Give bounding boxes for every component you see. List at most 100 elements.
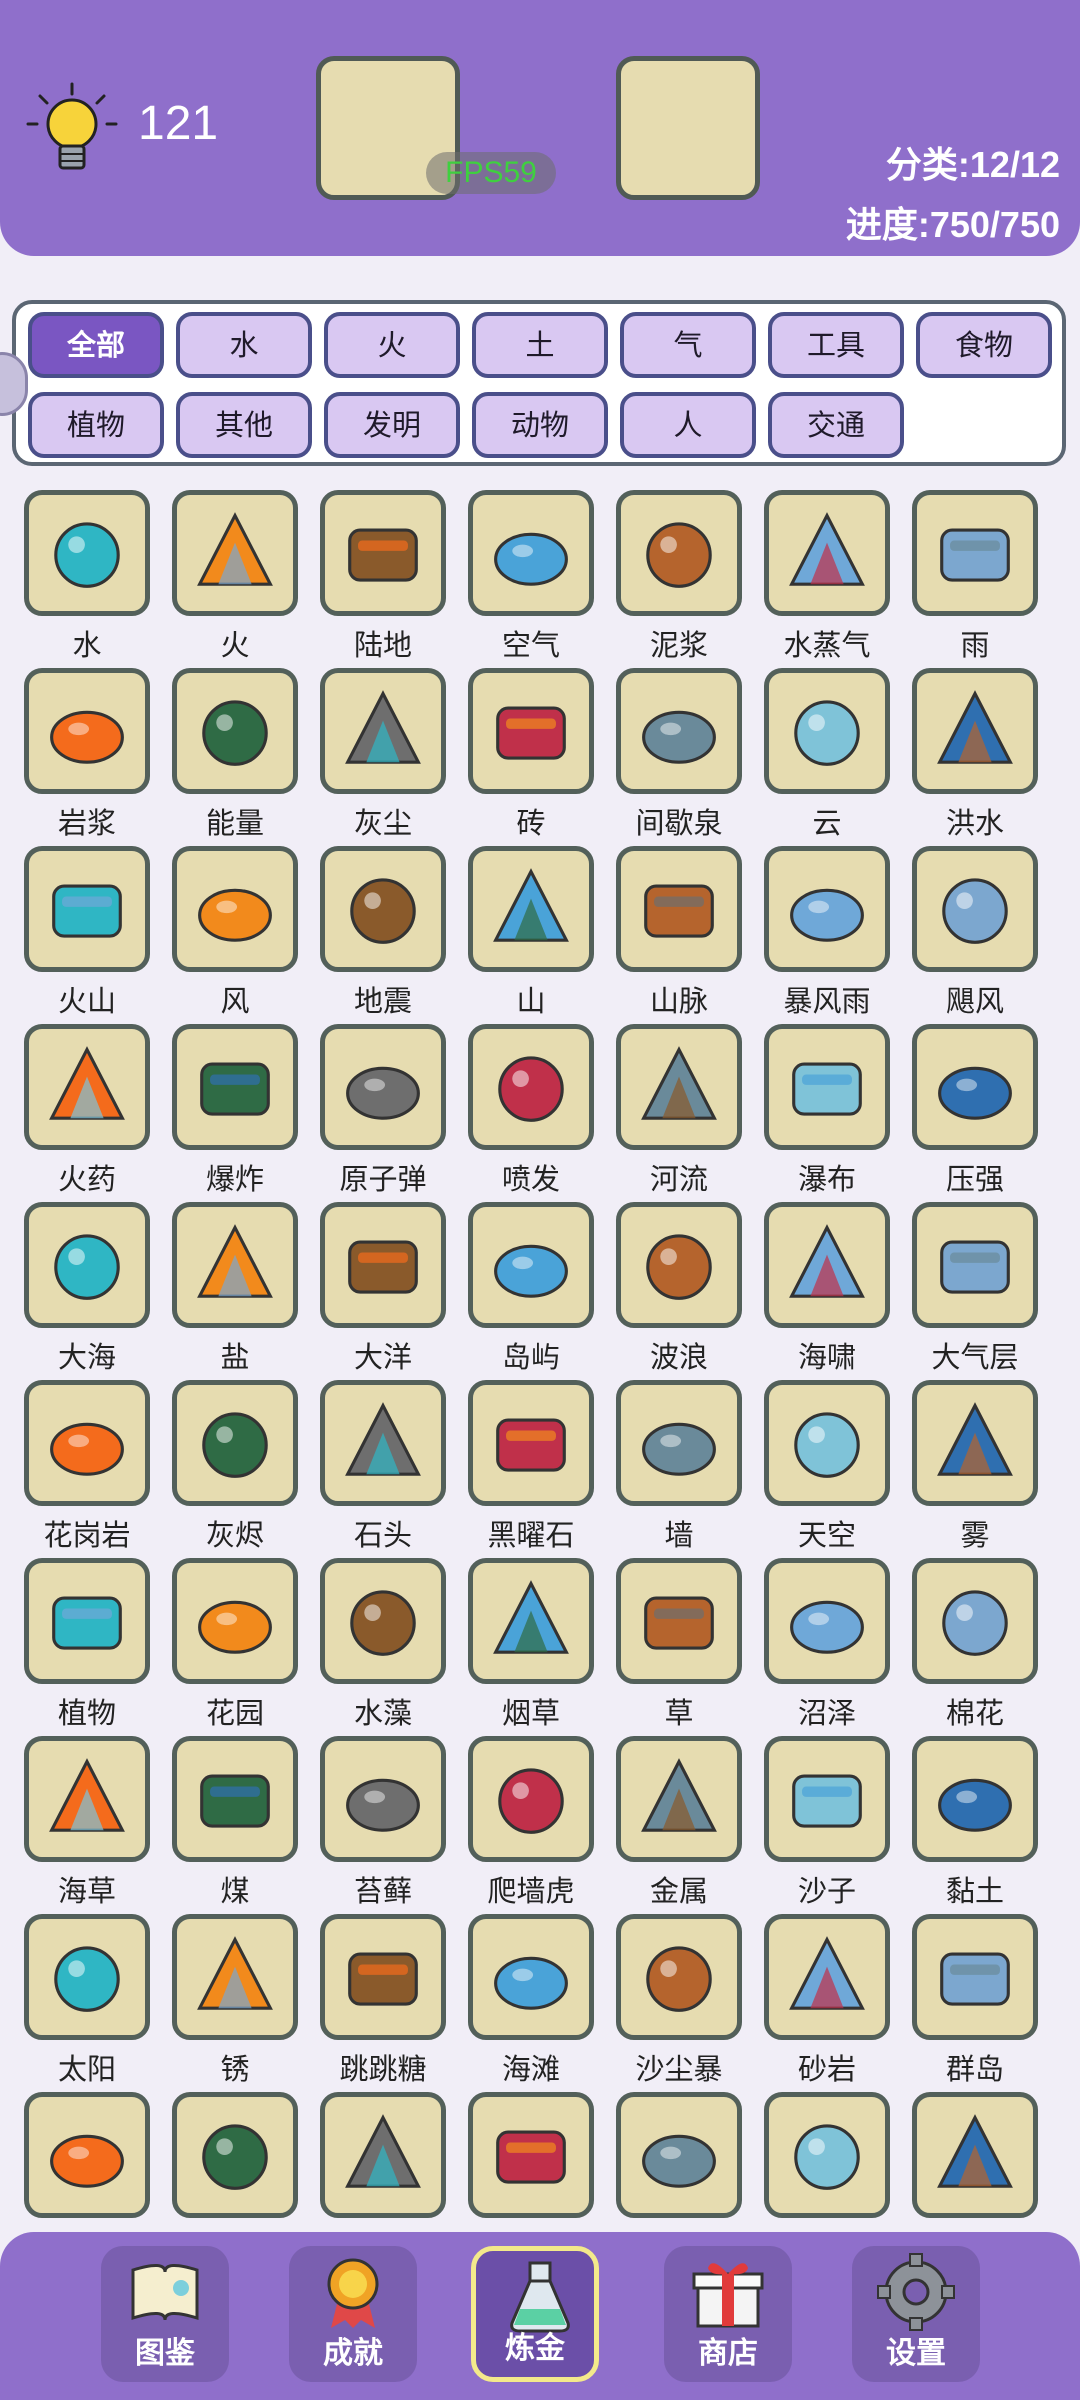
element-icon[interactable] [172,1380,298,1506]
element-icon[interactable] [24,2092,150,2218]
element-card[interactable]: 沙子 [740,1736,890,1914]
element-icon[interactable] [320,1202,446,1328]
element-icon[interactable] [764,490,890,616]
filter-chip[interactable]: 发明 [324,392,460,458]
element-icon[interactable] [24,1558,150,1684]
element-card[interactable]: 砂岩 [740,1914,890,2092]
filter-chip[interactable]: 水 [176,312,312,378]
element-icon[interactable] [764,2092,890,2218]
nav-codex-button[interactable]: 图鉴 [101,2246,229,2382]
element-icon[interactable] [320,490,446,616]
element-icon[interactable] [912,1558,1038,1684]
filter-chip[interactable]: 人 [620,392,756,458]
element-card[interactable]: 水 [0,490,150,668]
element-icon[interactable] [764,846,890,972]
filter-chip[interactable]: 土 [472,312,608,378]
element-icon[interactable] [616,1024,742,1150]
element-icon[interactable] [172,846,298,972]
element-card[interactable]: 烟草 [444,1558,594,1736]
element-card[interactable]: 草 [592,1558,742,1736]
nav-achievements-button[interactable]: 成就 [289,2246,417,2382]
element-icon[interactable] [616,1558,742,1684]
element-card[interactable]: 雨 [888,490,1038,668]
element-icon[interactable] [468,668,594,794]
element-icon[interactable] [764,1558,890,1684]
element-icon[interactable] [24,490,150,616]
element-card[interactable]: 大海 [0,1202,150,1380]
element-icon[interactable] [912,1380,1038,1506]
filter-chip[interactable]: 其他 [176,392,312,458]
element-card[interactable]: 喷发 [444,1024,594,1202]
element-icon[interactable] [764,1202,890,1328]
element-icon[interactable] [24,1736,150,1862]
element-card[interactable]: 跳跳糖 [296,1914,446,2092]
element-icon[interactable] [764,1380,890,1506]
filter-chip[interactable]: 全部 [28,312,164,378]
element-icon[interactable] [468,1380,594,1506]
element-card[interactable]: 水蒸气 [740,490,890,668]
element-card[interactable]: 海啸 [740,1202,890,1380]
element-card[interactable]: 花园 [148,1558,298,1736]
element-card[interactable]: 金属 [592,1736,742,1914]
element-icon[interactable] [468,1736,594,1862]
element-card[interactable]: 原子弹 [296,1024,446,1202]
nav-shop-button[interactable]: 商店 [664,2246,792,2382]
element-card[interactable]: 水藻 [296,1558,446,1736]
filter-chip[interactable]: 植物 [28,392,164,458]
element-card[interactable]: 群岛 [888,1914,1038,2092]
element-icon[interactable] [912,1736,1038,1862]
element-icon[interactable] [172,668,298,794]
element-icon[interactable] [616,2092,742,2218]
element-card[interactable]: 沙尘暴 [592,1914,742,2092]
element-card[interactable]: 火 [148,490,298,668]
element-icon[interactable] [912,1202,1038,1328]
element-icon[interactable] [320,1558,446,1684]
element-icon[interactable] [172,1202,298,1328]
element-icon[interactable] [320,2092,446,2218]
nav-alchemy-button[interactable]: 炼金 [471,2246,599,2382]
element-card[interactable]: 火药 [0,1024,150,1202]
element-card[interactable]: 雾 [888,1380,1038,1558]
element-icon[interactable] [468,1024,594,1150]
element-card[interactable]: 太阳 [0,1914,150,2092]
filter-chip[interactable]: 工具 [768,312,904,378]
element-icon[interactable] [320,668,446,794]
element-icon[interactable] [24,1914,150,2040]
element-card[interactable]: 地震 [296,846,446,1024]
element-icon[interactable] [24,846,150,972]
element-card[interactable]: 海草 [0,1736,150,1914]
element-icon[interactable] [468,846,594,972]
element-icon[interactable] [912,1914,1038,2040]
element-icon[interactable] [912,668,1038,794]
nav-settings-button[interactable]: 设置 [852,2246,980,2382]
element-icon[interactable] [764,668,890,794]
element-icon[interactable] [24,1202,150,1328]
element-card[interactable]: 陆地 [296,490,446,668]
element-card[interactable]: 大洋 [296,1202,446,1380]
filter-chip[interactable]: 动物 [472,392,608,458]
filter-chip[interactable]: 火 [324,312,460,378]
element-icon[interactable] [320,1914,446,2040]
element-icon[interactable] [468,2092,594,2218]
element-icon[interactable] [764,1024,890,1150]
element-card[interactable]: 能量 [148,668,298,846]
element-card[interactable]: 锈 [148,1914,298,2092]
element-card[interactable]: 洪水 [888,668,1038,846]
element-card[interactable]: 山 [444,846,594,1024]
element-icon[interactable] [616,1736,742,1862]
element-icon[interactable] [912,490,1038,616]
element-card[interactable]: 灰尘 [296,668,446,846]
element-card[interactable]: 盐 [148,1202,298,1380]
element-icon[interactable] [468,1558,594,1684]
element-card[interactable]: 火山 [0,846,150,1024]
element-icon[interactable] [24,668,150,794]
element-card[interactable]: 天空 [740,1380,890,1558]
element-icon[interactable] [468,490,594,616]
element-card[interactable]: 黏土 [888,1736,1038,1914]
element-card[interactable]: 波浪 [592,1202,742,1380]
element-card[interactable]: 灰烬 [148,1380,298,1558]
element-icon[interactable] [24,1380,150,1506]
element-icon[interactable] [912,846,1038,972]
element-icon[interactable] [912,2092,1038,2218]
element-icon[interactable] [320,1736,446,1862]
